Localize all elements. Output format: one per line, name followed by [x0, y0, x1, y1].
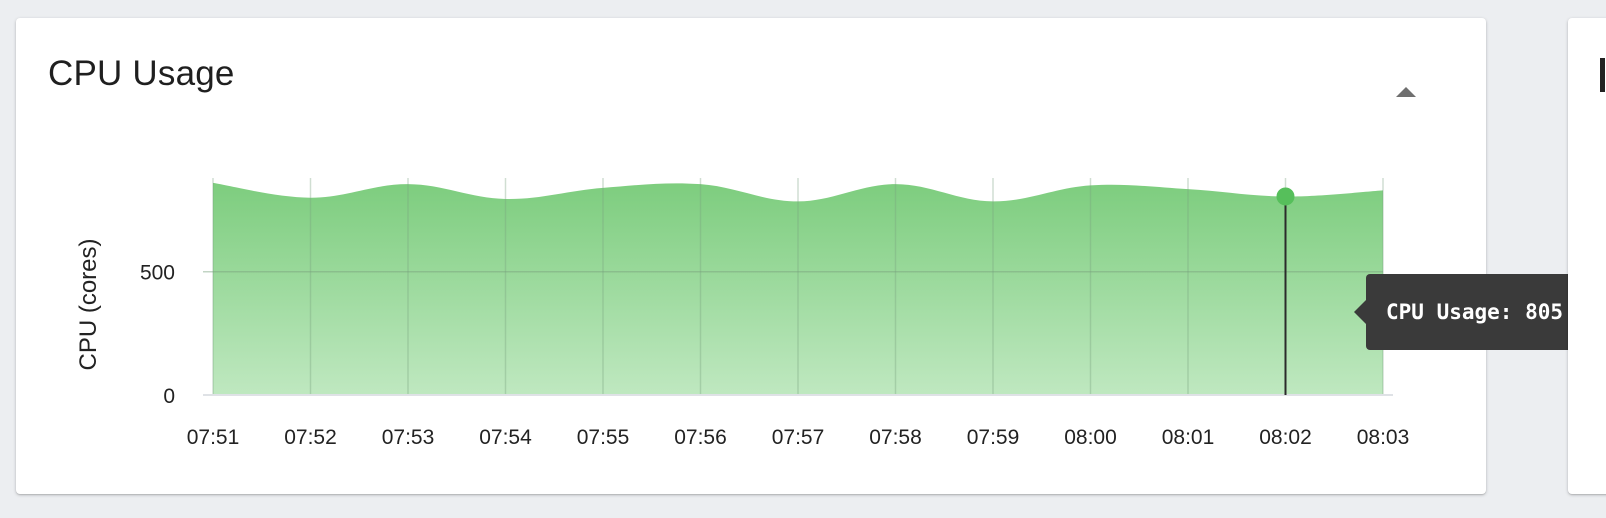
- adjacent-card: [1568, 18, 1606, 494]
- cpu-usage-card: CPU Usage 0 500 07:51 07:52 07:53 07:54 07:55 0…: [16, 18, 1606, 494]
- x-tick-label: 08:02: [1259, 426, 1312, 449]
- y-tick-label: 0: [163, 385, 175, 408]
- hover-point: [1276, 187, 1295, 206]
- y-tick-label: 500: [140, 262, 175, 285]
- x-tick-label: 08:03: [1357, 426, 1410, 449]
- x-tick-label: 07:57: [772, 426, 825, 449]
- x-tick-label: 07:55: [577, 426, 630, 449]
- x-tick-label: 08:01: [1162, 426, 1215, 449]
- x-tick-label: 08:00: [1064, 426, 1117, 449]
- y-axis-title: CPU (cores): [75, 238, 102, 370]
- adjacent-card-title-fragment: [1600, 58, 1605, 92]
- x-tick-label: 07:59: [967, 426, 1020, 449]
- x-tick-label: 07:58: [869, 426, 922, 449]
- x-tick-label: 07:56: [674, 426, 727, 449]
- x-tick-label: 07:51: [187, 426, 240, 449]
- x-tick-label: 07:54: [479, 426, 532, 449]
- x-tick-label: 07:53: [382, 426, 435, 449]
- x-tick-label: 07:52: [284, 426, 337, 449]
- cpu-usage-chart: 0 500 07:51 07:52 07:53 07:54 07:55 07:56 07:57 0…: [75, 178, 1410, 449]
